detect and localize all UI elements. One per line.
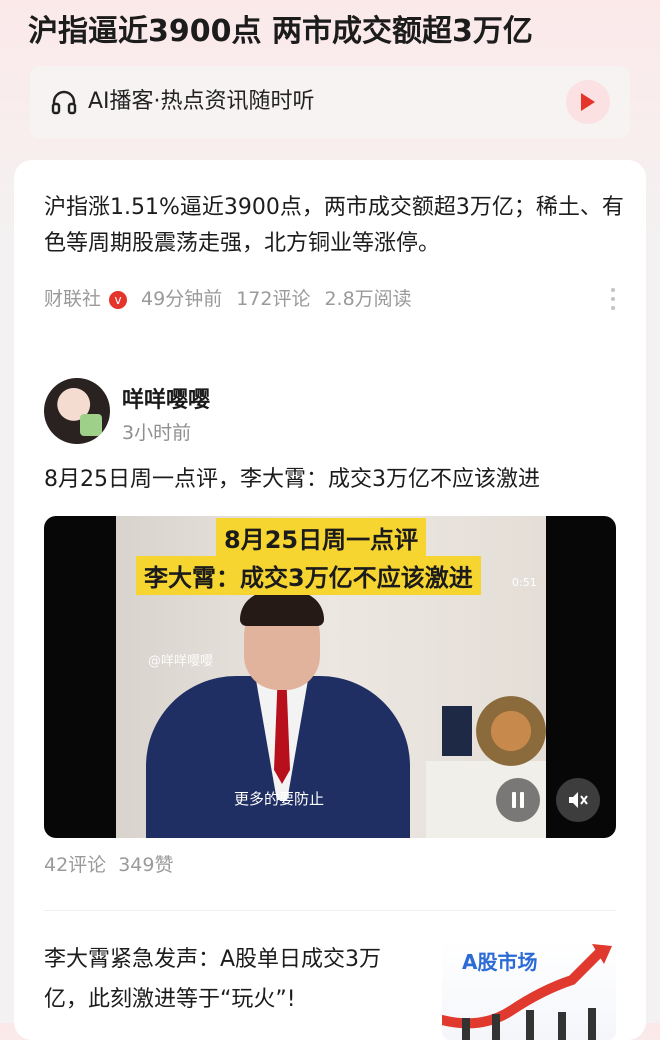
video-caption-line2: 李大霄：成交3万亿不应该激进 — [136, 556, 481, 595]
news-item-meta: 财联社 v 49分钟前 172评论 2.8万阅读 — [44, 284, 426, 314]
news-source[interactable]: 财联社 — [44, 288, 101, 310]
post-time: 3小时前 — [122, 422, 192, 444]
author-name[interactable]: 咩咩嘤嘤 — [122, 382, 210, 414]
video-subtitle: 更多的要防止 — [234, 790, 325, 808]
play-icon — [581, 93, 595, 111]
news-item-text[interactable]: 沪指涨1.51%逼近3900点，两市成交额超3万亿；稀土、有色等周期股震荡走强，… — [44, 190, 624, 262]
thumbnail-title: A股市场 — [462, 950, 538, 974]
mute-button[interactable] — [556, 778, 600, 822]
divider — [44, 910, 616, 911]
video-frame: 8月25日周一点评 李大霄：成交3万亿不应该激进 0:51 @咩咩嘤嘤 更多的要… — [116, 516, 546, 838]
news-item-text[interactable]: 李大霄紧急发声：A股单日成交3万亿，此刻激进等于“玩火”! — [44, 940, 424, 1020]
verified-badge-icon: v — [109, 291, 128, 309]
post-likes[interactable]: 349赞 — [118, 854, 173, 876]
pause-button[interactable] — [496, 778, 540, 822]
feed-card: 沪指涨1.51%逼近3900点，两市成交额超3万亿；稀土、有色等周期股震荡走强，… — [14, 160, 646, 1040]
news-comments[interactable]: 172评论 — [236, 288, 310, 310]
video-time-code: 0:51 — [512, 576, 537, 589]
news-reads: 2.8万阅读 — [324, 288, 412, 310]
post-stats: 42评论 349赞 — [44, 850, 185, 877]
podcast-play-button[interactable] — [566, 80, 610, 124]
avatar[interactable] — [44, 378, 110, 444]
news-thumbnail[interactable]: A股市场 — [442, 940, 616, 1040]
post-title[interactable]: 8月25日周一点评，李大霄：成交3万亿不应该激进 — [44, 462, 540, 498]
video-watermark: @咩咩嘤嘤 — [148, 654, 214, 669]
more-options-icon[interactable] — [610, 288, 616, 312]
post-comments[interactable]: 42评论 — [44, 854, 106, 876]
podcast-label: AI播客·热点资讯随时听 — [88, 89, 315, 114]
ai-podcast-bar[interactable]: AI播客·热点资讯随时听 — [30, 66, 630, 138]
headphones-icon — [51, 90, 77, 115]
video-player[interactable]: 8月25日周一点评 李大霄：成交3万亿不应该激进 0:51 @咩咩嘤嘤 更多的要… — [44, 516, 616, 838]
mute-icon — [569, 792, 588, 808]
video-caption-line1: 8月25日周一点评 — [216, 518, 427, 557]
page-title: 沪指逼近3900点 两市成交额超3万亿 — [28, 14, 533, 49]
news-time: 49分钟前 — [141, 288, 223, 310]
